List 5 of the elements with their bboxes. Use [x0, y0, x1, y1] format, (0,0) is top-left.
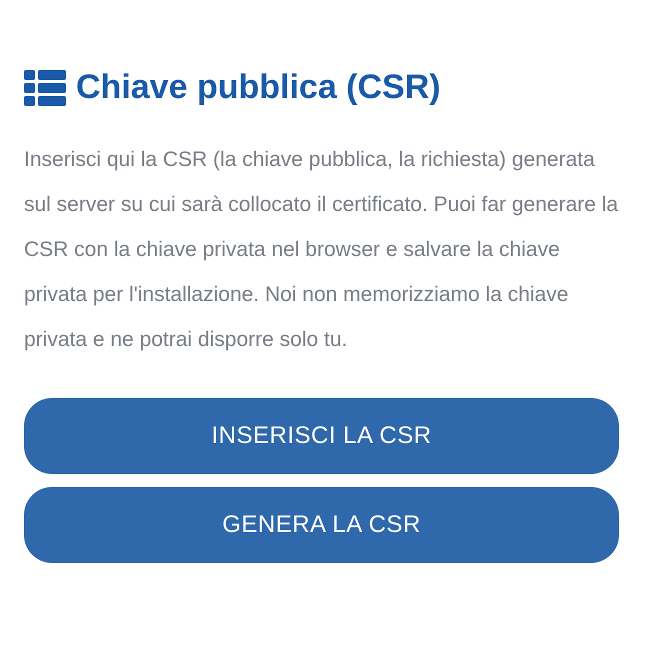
- section-title: Chiave pubblica (CSR): [76, 68, 441, 107]
- action-button[interactable]: GENERA LA CSR: [24, 487, 619, 563]
- description-text: Inserisci qui la CSR (la chiave pubblica, la richiesta) generata sul server su cui sarà collocato il certificato. Puoi far generare la CSR con la chiave privata nel browser e salvare la chiave privata per l'installazione. Noi non memorizziamo la chiave privata e ne potrai disporre solo tu.: [24, 147, 619, 353]
- action-button[interactable]: INSERISCI LA CSR: [24, 398, 619, 474]
- list-icon: [24, 70, 66, 106]
